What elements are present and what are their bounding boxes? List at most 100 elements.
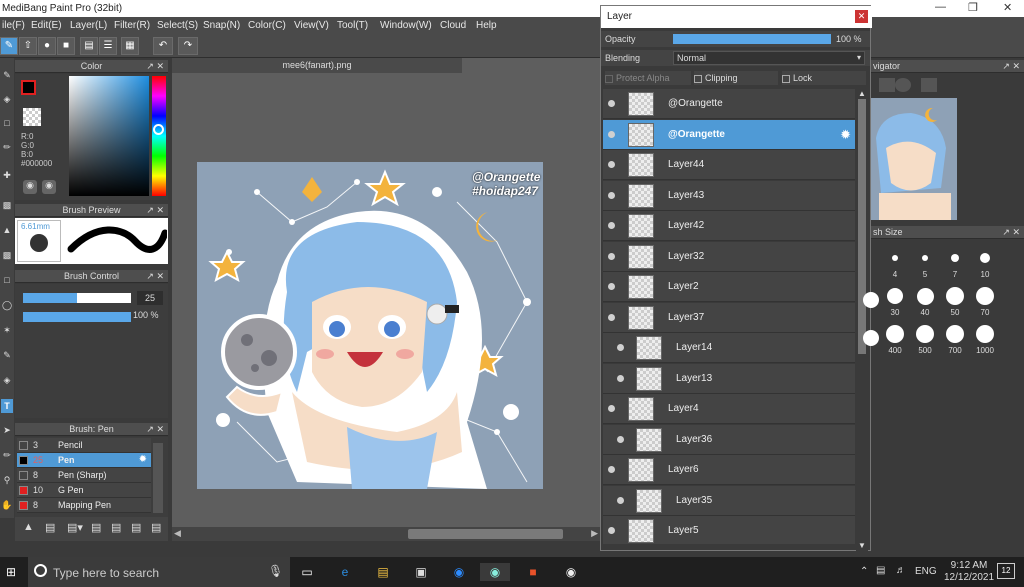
- eyedropper-icon[interactable]: ✏: [1, 448, 13, 462]
- brush-size-preset[interactable]: [863, 292, 879, 308]
- layer-row[interactable]: Layer5: [603, 516, 855, 544]
- layer-row[interactable]: Layer36: [603, 424, 855, 455]
- menu-select[interactable]: Select(S): [157, 20, 198, 31]
- layer-row[interactable]: Layer14: [603, 333, 855, 363]
- redo-icon[interactable]: ↷: [178, 37, 198, 55]
- lasso-tool-icon[interactable]: ◯: [1, 298, 13, 312]
- scroll-right-icon[interactable]: ▶: [591, 528, 598, 539]
- transparent-color-swatch[interactable]: [23, 108, 41, 126]
- fit-icon[interactable]: [879, 78, 895, 92]
- move-tool-icon[interactable]: ✚: [1, 168, 13, 182]
- scroll-left-icon[interactable]: ◀: [174, 528, 181, 539]
- palette-icon[interactable]: ◉: [23, 180, 37, 194]
- gear-icon[interactable]: ✹: [840, 127, 851, 143]
- visibility-eye-icon[interactable]: [608, 313, 615, 321]
- scroll-up-icon[interactable]: ▲: [858, 89, 866, 98]
- rotate-icon[interactable]: [895, 78, 911, 92]
- artwork-canvas[interactable]: @Orangette #hoidap247: [197, 162, 543, 489]
- flip-icon[interactable]: [921, 78, 937, 92]
- visibility-eye-icon[interactable]: [608, 222, 615, 229]
- taskbar-search[interactable]: Type here to search 🎙: [28, 557, 290, 587]
- copy-icon[interactable]: ▤: [131, 521, 141, 534]
- hand-tool-icon[interactable]: ✋: [1, 498, 13, 512]
- magic-wand-icon[interactable]: ✶: [1, 323, 13, 337]
- windows-start-icon[interactable]: ⊞: [2, 563, 20, 581]
- brush-item-selected[interactable]: 25 Pen ✹: [17, 453, 151, 468]
- scroll-down-icon[interactable]: ▼: [858, 541, 866, 550]
- menu-help[interactable]: Help: [476, 20, 497, 31]
- fill-tool-icon[interactable]: ▩: [1, 198, 13, 212]
- folder-open-icon[interactable]: ▤: [111, 521, 121, 534]
- layer-scroll-thumb[interactable]: [858, 99, 866, 354]
- store-icon[interactable]: ▣: [412, 563, 430, 581]
- menu-color[interactable]: Color(C): [248, 20, 286, 31]
- edge-icon[interactable]: e: [336, 563, 354, 581]
- panel-close-icon[interactable]: ↗ ✕: [146, 60, 164, 73]
- brush-item[interactable]: 8 Mapping Pen: [17, 498, 151, 513]
- visibility-eye-icon[interactable]: [608, 466, 615, 473]
- layer-row[interactable]: Layer6: [603, 455, 855, 485]
- menu-filter[interactable]: Filter(R): [114, 20, 150, 31]
- eraser-tool-icon[interactable]: ◈: [1, 92, 13, 106]
- layer-row[interactable]: Layer32: [603, 241, 855, 272]
- app-icon[interactable]: ■: [524, 563, 542, 581]
- hue-handle[interactable]: [153, 124, 164, 135]
- visibility-eye-icon[interactable]: [617, 374, 624, 382]
- visibility-eye-icon[interactable]: [608, 283, 615, 290]
- share-icon[interactable]: ⇧: [19, 37, 37, 55]
- medibang-icon[interactable]: ◉: [480, 563, 510, 581]
- brush-size-preset[interactable]: [976, 325, 994, 343]
- menu-snap[interactable]: Snap(N): [203, 20, 240, 31]
- gradient-tool-icon[interactable]: ▩: [1, 248, 13, 262]
- brush-size-preset[interactable]: [886, 325, 904, 343]
- panel-close-icon[interactable]: ↗ ✕: [146, 204, 164, 217]
- brush-size-preset[interactable]: [951, 254, 959, 262]
- panel-close-icon[interactable]: ↗ ✕: [1002, 60, 1020, 73]
- brush-size-preset[interactable]: [916, 287, 934, 305]
- zoom-icon[interactable]: ⚲: [1, 473, 13, 487]
- layer-row[interactable]: Layer2: [603, 272, 855, 302]
- bucket-tool-icon[interactable]: ▲: [1, 223, 13, 237]
- network-icon[interactable]: ▤: [876, 565, 885, 576]
- maximize-icon[interactable]: ❐: [968, 1, 978, 14]
- file-explorer-icon[interactable]: ▤: [374, 563, 392, 581]
- chevron-up-icon[interactable]: ⌃: [860, 566, 868, 577]
- select-pen-icon[interactable]: ✎: [1, 348, 13, 362]
- select-eraser-icon[interactable]: ◈: [1, 373, 13, 387]
- visibility-eye-icon[interactable]: [608, 405, 615, 412]
- panel-close-icon[interactable]: ↗ ✕: [1002, 226, 1020, 239]
- layer-row[interactable]: Layer4: [603, 394, 855, 424]
- notification-icon[interactable]: 12: [997, 563, 1015, 579]
- clipping-checkbox[interactable]: Clipping: [694, 71, 778, 85]
- language-indicator[interactable]: ENG: [915, 566, 937, 577]
- close-icon[interactable]: ✕: [855, 10, 868, 23]
- brush-size-preset[interactable]: [892, 255, 898, 261]
- document-icon[interactable]: ▤: [91, 521, 101, 534]
- document-tab[interactable]: mee6(fanart).png: [172, 58, 462, 73]
- menu-file[interactable]: ile(F): [2, 20, 25, 31]
- horizontal-scroll-thumb[interactable]: [408, 529, 563, 539]
- brush-size-value[interactable]: 25: [137, 291, 163, 305]
- brush-size-preset[interactable]: [922, 255, 928, 261]
- comment-icon[interactable]: ●: [38, 37, 56, 55]
- horizontal-scrollbar[interactable]: ◀ ▶: [172, 527, 600, 541]
- close-icon[interactable]: ✕: [1003, 1, 1012, 14]
- brush-size-preset[interactable]: [980, 253, 990, 263]
- layer-row[interactable]: Layer42: [603, 211, 855, 241]
- rect-tool-icon[interactable]: □: [1, 116, 13, 130]
- brush-size-slider[interactable]: [23, 293, 131, 303]
- layer-row[interactable]: @Orangette ✹: [603, 119, 855, 150]
- add-brush-icon[interactable]: ▲: [23, 521, 34, 533]
- brush-size-preset[interactable]: [916, 325, 934, 343]
- smoothing-icon[interactable]: ✎: [0, 37, 18, 55]
- blending-select[interactable]: Normal ▾: [673, 51, 865, 65]
- menu-edit[interactable]: Edit(E): [31, 20, 62, 31]
- visibility-eye-icon[interactable]: [608, 130, 615, 138]
- layer-row[interactable]: Layer13: [603, 363, 855, 394]
- layer-row[interactable]: @Orangette: [603, 89, 855, 119]
- foreground-color-swatch[interactable]: [21, 80, 36, 95]
- menu-view[interactable]: View(V): [294, 20, 329, 31]
- visibility-eye-icon[interactable]: [617, 435, 624, 443]
- menu-layer[interactable]: Layer(L): [70, 20, 107, 31]
- brush-size-preset[interactable]: [887, 288, 903, 304]
